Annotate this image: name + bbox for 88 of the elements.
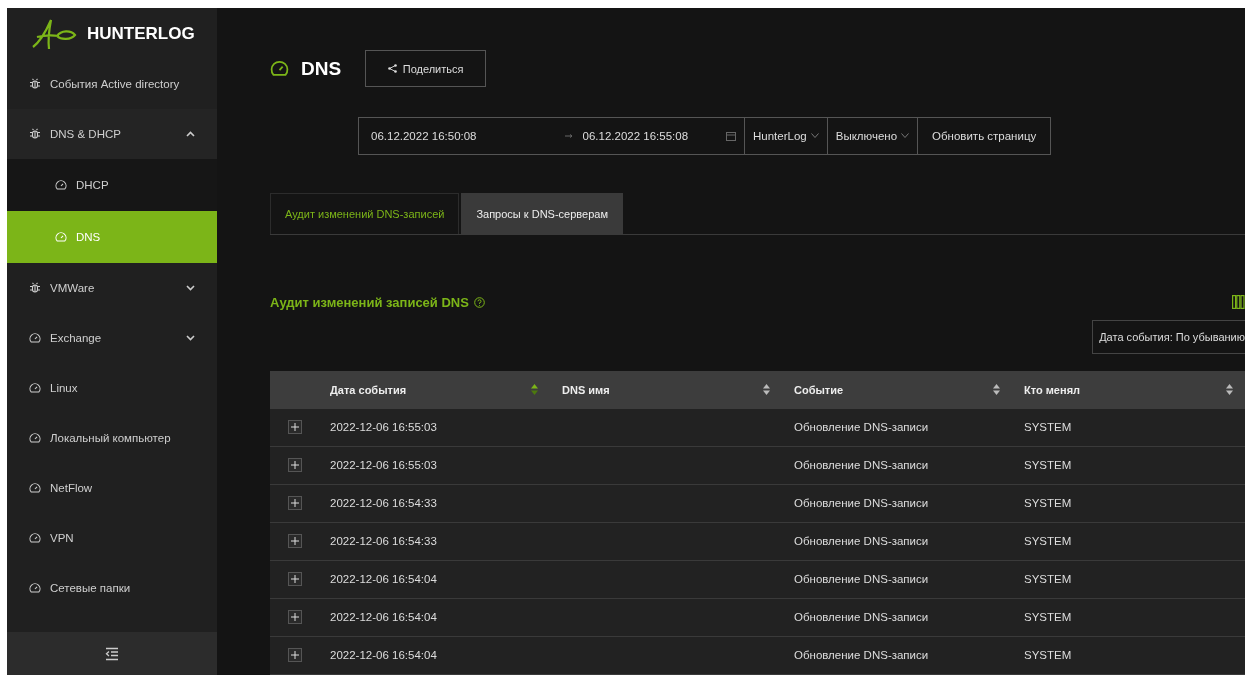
plus-icon <box>291 423 299 432</box>
sidebar-item[interactable]: Локальный компьютер <box>7 413 217 463</box>
expand-button[interactable] <box>288 420 302 435</box>
expand-button[interactable] <box>288 572 302 587</box>
bug-icon <box>29 282 41 294</box>
plus-icon <box>291 575 299 584</box>
date-range-field[interactable]: 06.12.2022 16:50:08 06.12.2022 16:55:08 <box>358 117 745 155</box>
sort-indicator[interactable]: Дата события: По убыванию <box>1092 319 1245 354</box>
refresh-button[interactable]: Обновить страницу <box>918 117 1052 155</box>
sidebar-item[interactable]: DNS & DHCP <box>7 109 217 159</box>
table-cell-text: 2022-12-06 16:55:03 <box>329 421 438 434</box>
plus-icon <box>291 461 299 470</box>
page-title: DNS <box>301 57 342 80</box>
sidebar-item[interactable]: VMWare <box>7 263 217 313</box>
caret-icon <box>810 133 819 139</box>
table-cell-text: SYSTEM <box>1023 459 1073 472</box>
sidebar-item[interactable]: VPN <box>7 513 217 563</box>
plus-icon <box>291 537 299 546</box>
calendar-icon <box>726 131 736 141</box>
collapse-menu-icon <box>105 646 119 661</box>
expand-button[interactable] <box>288 648 302 663</box>
expand-button[interactable] <box>288 458 302 473</box>
table-cell-text: 2022-12-06 16:54:33 <box>329 535 438 548</box>
table-cell-text: 2022-12-06 16:54:04 <box>329 611 438 624</box>
table-cell-text: Обновление DNS-записи <box>793 649 930 662</box>
table-cell-text: SYSTEM <box>1023 573 1073 586</box>
chevron-up-icon <box>186 131 195 137</box>
sidebar-item[interactable]: DHCP <box>7 159 217 211</box>
column-header: Дата события <box>330 384 407 396</box>
table-cell-text: SYSTEM <box>1023 611 1073 624</box>
sort-icon[interactable] <box>993 384 1000 396</box>
sidebar-item[interactable]: Linux <box>7 363 217 413</box>
plus-icon <box>291 651 299 660</box>
chevron-down-icon <box>186 285 195 291</box>
column-header: Кто менял <box>1024 384 1081 396</box>
table-cell-text: 2022-12-06 16:55:03 <box>329 459 438 472</box>
table-cell-text: SYSTEM <box>1023 649 1073 662</box>
caret-icon <box>901 133 910 139</box>
table-cell-text: Обновление DNS-записи <box>793 497 930 510</box>
tab[interactable]: Запросы к DNS-серверам <box>461 192 623 234</box>
bug-icon <box>29 128 41 140</box>
share-icon <box>387 64 397 73</box>
table-cell-text: SYSTEM <box>1023 497 1073 510</box>
sort-icon[interactable] <box>531 384 538 396</box>
sidebar-item[interactable]: События Active directory <box>7 59 217 109</box>
sort-icon[interactable] <box>763 384 770 396</box>
table-cell-text: Обновление DNS-записи <box>793 611 930 624</box>
gauge-icon <box>29 582 41 594</box>
gauge-icon <box>29 382 41 394</box>
column-header: Событие <box>794 384 844 396</box>
source-select[interactable]: HunterLog <box>745 117 828 155</box>
section-title: Аудит изменений записей DNS <box>270 294 469 310</box>
help-icon[interactable] <box>473 296 485 308</box>
gauge-icon <box>55 231 67 243</box>
table-cell-text: Обновление DNS-записи <box>793 421 930 434</box>
logo-text: HUNTERLOG <box>87 23 195 44</box>
gauge-icon <box>29 332 41 344</box>
table-cell-text: Обновление DNS-записи <box>793 535 930 548</box>
expand-button[interactable] <box>288 610 302 625</box>
table-cell-text: SYSTEM <box>1023 421 1073 434</box>
sidebar-item[interactable]: Exchange <box>7 313 217 363</box>
gauge-icon <box>29 532 41 544</box>
table-cell-text: 2022-12-06 16:54:04 <box>329 649 438 662</box>
sort-icon[interactable] <box>1226 384 1233 396</box>
sidebar-item[interactable]: Сетевые папки <box>7 563 217 613</box>
table-cell-text: 2022-12-06 16:54:33 <box>329 497 438 510</box>
expand-button[interactable] <box>288 496 302 511</box>
chevron-down-icon <box>186 335 195 341</box>
table-cell-text: Обновление DNS-записи <box>793 459 930 472</box>
share-button[interactable]: Поделиться <box>365 50 487 87</box>
table-cell-text: SYSTEM <box>1023 535 1073 548</box>
gauge-icon <box>29 432 41 444</box>
plus-icon <box>291 613 299 622</box>
sidebar-item[interactable]: NetFlow <box>7 463 217 513</box>
date-from: 06.12.2022 16:50:08 <box>371 130 477 142</box>
date-to: 06.12.2022 16:55:08 <box>582 130 690 142</box>
expand-button[interactable] <box>288 534 302 549</box>
gauge-icon <box>55 179 67 191</box>
columns-icon[interactable] <box>1232 295 1245 310</box>
table-cell-text: Обновление DNS-записи <box>793 573 930 586</box>
gauge-icon <box>29 482 41 494</box>
table-cell-text: 2022-12-06 16:54:04 <box>329 573 438 586</box>
plus-icon <box>291 499 299 508</box>
column-header: DNS имя <box>562 384 610 396</box>
bug-icon <box>29 78 41 90</box>
arrow-right-icon <box>564 134 573 138</box>
tab[interactable]: Аудит изменений DNS-записей <box>270 192 460 234</box>
gauge-icon <box>270 59 289 78</box>
